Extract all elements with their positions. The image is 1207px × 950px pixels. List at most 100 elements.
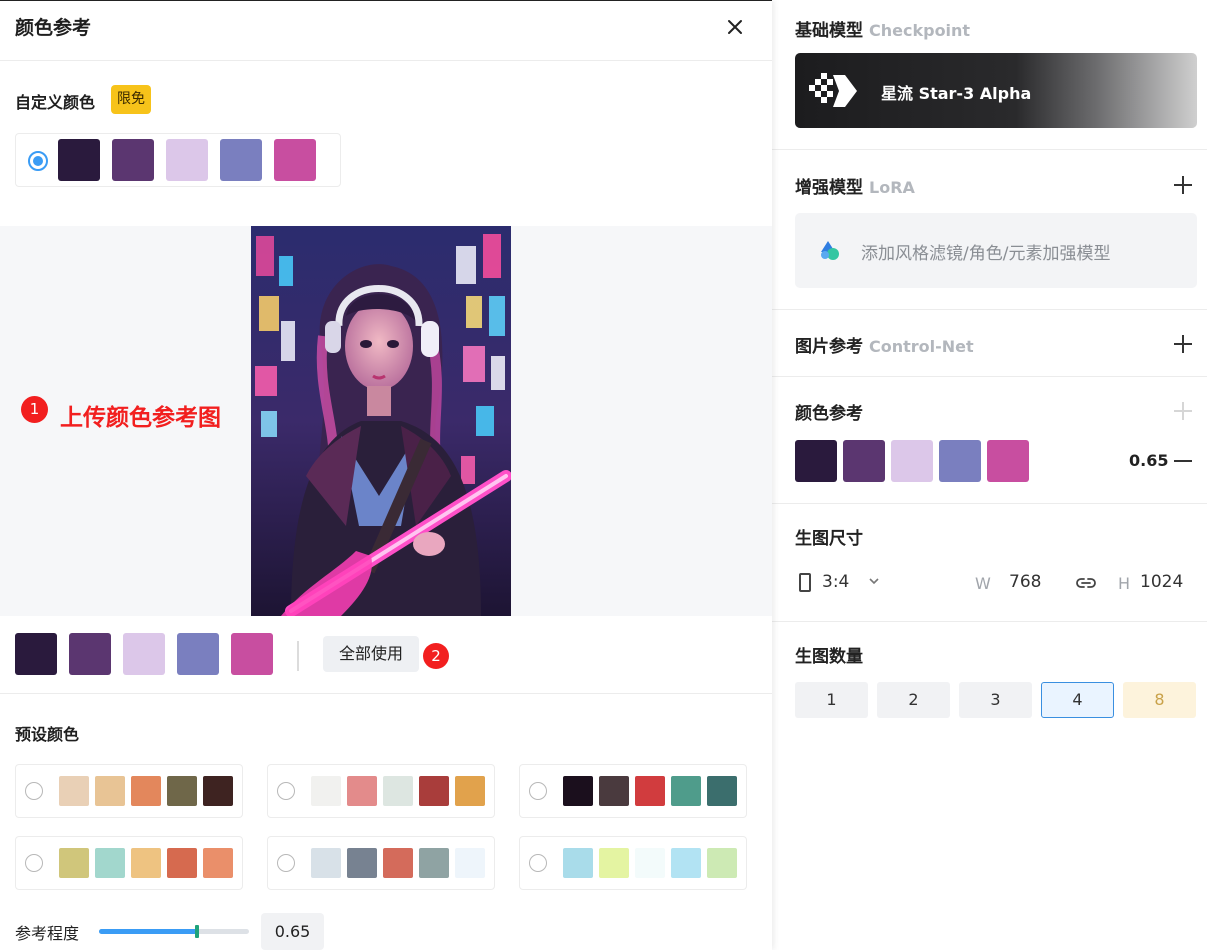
close-icon[interactable]: [722, 14, 748, 40]
reference-image[interactable]: [251, 226, 511, 616]
strength-label: 参考程度: [15, 924, 80, 943]
preset-swatch: [563, 776, 593, 806]
count-option-4[interactable]: 4: [1041, 682, 1114, 718]
preset-palette[interactable]: [267, 836, 495, 890]
custom-swatch[interactable]: [166, 139, 208, 181]
preset-radio[interactable]: [277, 854, 295, 872]
preset-palette[interactable]: [15, 764, 243, 818]
size-title: 生图尺寸: [795, 529, 863, 549]
preset-palette[interactable]: [519, 836, 747, 890]
add-lora-button[interactable]: 添加风格滤镜/角色/元素加强模型: [795, 213, 1197, 288]
panel-header: 颜色参考: [0, 1, 772, 61]
preset-swatch: [383, 848, 413, 878]
preset-swatch: [167, 776, 197, 806]
strength-slider[interactable]: [99, 925, 249, 938]
lora-subtitle: LoRA: [869, 178, 915, 197]
controlnet-subtitle: Control-Net: [869, 337, 974, 356]
color-ref-swatch[interactable]: [795, 440, 837, 482]
preset-swatch: [455, 848, 485, 878]
preset-swatch: [347, 776, 377, 806]
add-color-ref-plus-icon[interactable]: [1173, 401, 1193, 421]
preset-swatch: [419, 776, 449, 806]
divider: [297, 641, 299, 671]
preset-radio[interactable]: [25, 782, 43, 800]
use-all-button[interactable]: 全部使用: [323, 636, 419, 672]
custom-color-radio[interactable]: [28, 151, 48, 171]
count-option-2[interactable]: 2: [877, 682, 950, 718]
preset-swatch: [95, 776, 125, 806]
aspect-ratio-select[interactable]: 3:4: [822, 572, 849, 592]
chevron-down-icon[interactable]: [867, 574, 881, 588]
preset-radio[interactable]: [277, 782, 295, 800]
extracted-swatch[interactable]: [69, 633, 111, 675]
preset-radio[interactable]: [529, 854, 547, 872]
preset-swatch: [599, 848, 629, 878]
extracted-swatch[interactable]: [177, 633, 219, 675]
link-icon[interactable]: [1075, 573, 1097, 593]
extracted-swatch[interactable]: [123, 633, 165, 675]
checkpoint-subtitle: Checkpoint: [869, 21, 971, 40]
preset-swatch: [59, 848, 89, 878]
step-2-marker: 2: [423, 643, 449, 669]
portrait-ratio-icon: [799, 573, 811, 592]
color-ref-swatch[interactable]: [843, 440, 885, 482]
divider: [772, 503, 1207, 504]
preset-swatch: [311, 848, 341, 878]
add-lora-plus-icon[interactable]: [1173, 175, 1193, 195]
preset-swatch: [671, 848, 701, 878]
count-title: 生图数量: [795, 647, 863, 667]
upload-area[interactable]: 1 上传颜色参考图: [0, 226, 772, 616]
lora-section-title: 增强模型 LoRA: [795, 173, 915, 198]
preset-radio[interactable]: [25, 854, 43, 872]
divider: [772, 309, 1207, 310]
height-input[interactable]: 1024: [1140, 572, 1183, 592]
model-logo-icon: [809, 73, 857, 107]
color-reference-panel: 颜色参考 自定义颜色 限免 1 上传颜色参考图 全部使用 2 预设颜色 参考程度…: [0, 0, 772, 950]
color-ref-swatch[interactable]: [891, 440, 933, 482]
preset-swatch: [635, 848, 665, 878]
custom-swatch[interactable]: [220, 139, 262, 181]
model-card[interactable]: 星流 Star-3 Alpha: [795, 53, 1197, 128]
extracted-swatch[interactable]: [231, 633, 273, 675]
count-option-8[interactable]: 8: [1123, 682, 1196, 718]
slider-thumb[interactable]: [194, 925, 199, 938]
custom-color-option[interactable]: [15, 133, 341, 187]
size-row: 3:4 W 768 H 1024: [795, 570, 1195, 596]
upload-label: 上传颜色参考图: [60, 405, 221, 431]
lora-title: 增强模型: [795, 178, 863, 198]
color-ref-swatch[interactable]: [987, 440, 1029, 482]
controlnet-section-title: 图片参考 Control-Net: [795, 332, 974, 357]
preset-palette[interactable]: [519, 764, 747, 818]
width-input[interactable]: 768: [1009, 572, 1041, 592]
step-1-marker: 1: [21, 396, 48, 423]
custom-color-title: 自定义颜色: [15, 93, 96, 112]
custom-swatch[interactable]: [112, 139, 154, 181]
preset-swatch: [671, 776, 701, 806]
add-controlnet-plus-icon[interactable]: [1173, 334, 1193, 354]
count-option-1[interactable]: 1: [795, 682, 868, 718]
preset-swatch: [347, 848, 377, 878]
count-option-3[interactable]: 3: [959, 682, 1032, 718]
slider-fill: [99, 929, 197, 934]
strength-value-input[interactable]: 0.65: [261, 913, 324, 950]
preset-swatch: [203, 776, 233, 806]
custom-swatch[interactable]: [274, 139, 316, 181]
extracted-colors-row: 全部使用 2: [0, 616, 772, 694]
preset-swatch: [707, 848, 737, 878]
controlnet-title: 图片参考: [795, 337, 863, 357]
preset-palette[interactable]: [15, 836, 243, 890]
preset-swatch: [131, 776, 161, 806]
preset-swatch: [203, 848, 233, 878]
preset-palette[interactable]: [267, 764, 495, 818]
custom-swatch[interactable]: [58, 139, 100, 181]
preset-swatch: [131, 848, 161, 878]
remove-color-ref-minus-icon[interactable]: [1174, 460, 1192, 462]
lora-icon: [821, 241, 839, 260]
extracted-swatch[interactable]: [15, 633, 57, 675]
preset-swatch: [563, 848, 593, 878]
preset-swatch: [419, 848, 449, 878]
preset-swatch: [383, 776, 413, 806]
color-ref-swatch[interactable]: [939, 440, 981, 482]
preset-colors-title: 预设颜色: [15, 725, 80, 744]
preset-radio[interactable]: [529, 782, 547, 800]
